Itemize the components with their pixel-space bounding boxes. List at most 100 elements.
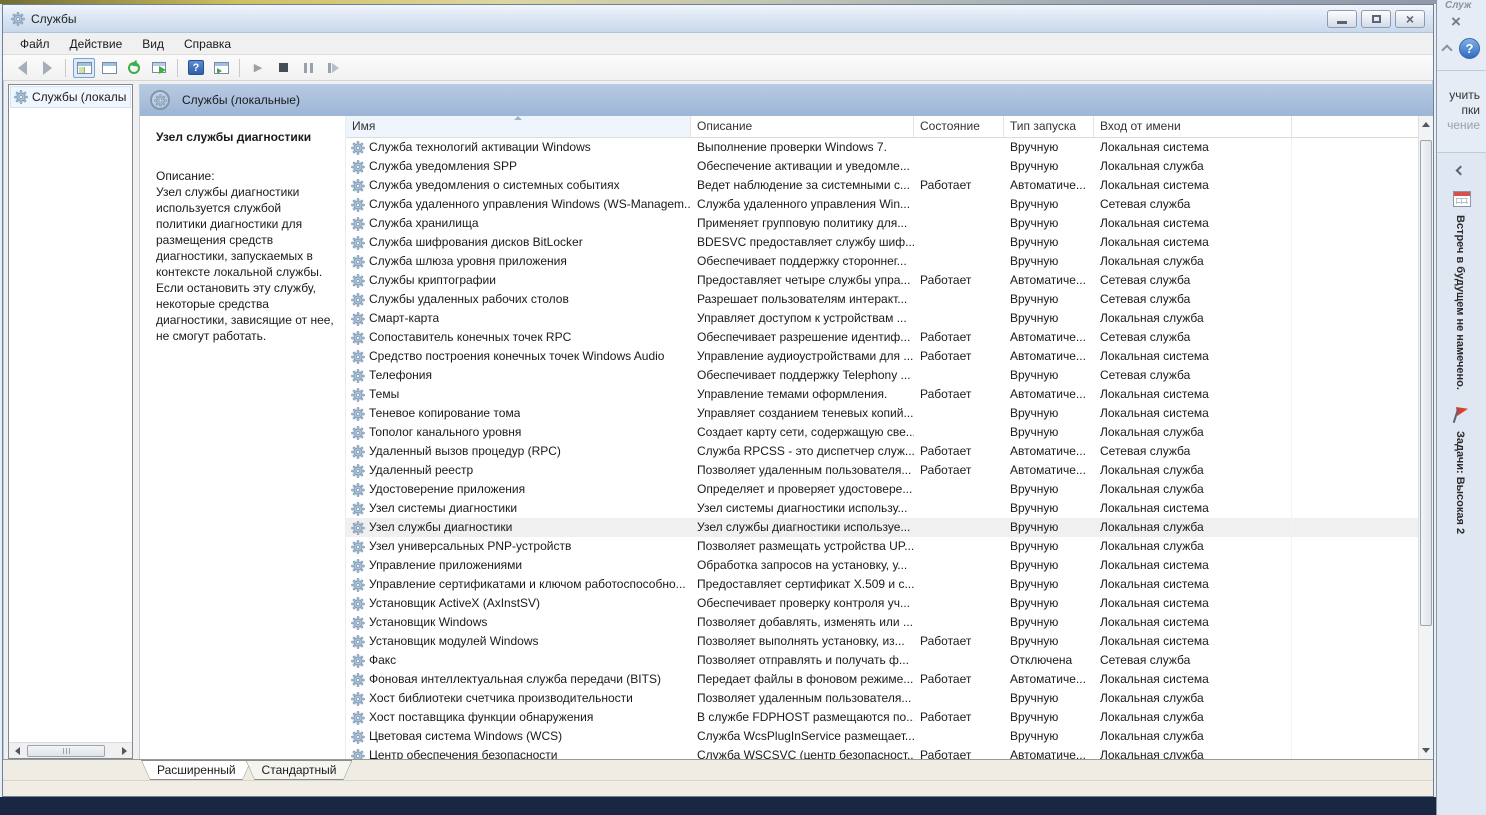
- column-header-startup-type[interactable]: Тип запуска: [1004, 116, 1094, 137]
- back-button[interactable]: [11, 58, 33, 78]
- properties-button[interactable]: [98, 58, 120, 78]
- toolbar-separator: [239, 59, 240, 77]
- column-header-log-on-as[interactable]: Вход от имени: [1094, 116, 1292, 137]
- expand-chevron-icon[interactable]: [1456, 166, 1466, 176]
- service-row[interactable]: Факс Позволяет отправлять и получать ф..…: [346, 651, 1418, 670]
- toolbar: ? ▶: [3, 55, 1433, 81]
- export-list-button[interactable]: [148, 58, 170, 78]
- service-row[interactable]: Удаленный вызов процедур (RPC) Служба RP…: [346, 442, 1418, 461]
- service-row[interactable]: Хост поставщика функции обнаружения В сл…: [346, 708, 1418, 727]
- collapse-chevron-icon[interactable]: [1441, 44, 1452, 55]
- minimize-button[interactable]: [1327, 10, 1357, 28]
- service-row[interactable]: Управление сертификатами и ключом работо…: [346, 575, 1418, 594]
- service-name: Темы: [369, 385, 399, 404]
- view-tab[interactable]: Расширенный: [141, 760, 252, 780]
- service-name: Служба шлюза уровня приложения: [369, 252, 567, 271]
- service-row[interactable]: Узел универсальных PNP-устройств Позволя…: [346, 537, 1418, 556]
- service-row[interactable]: Сопоставитель конечных точек RPC Обеспеч…: [346, 328, 1418, 347]
- show-extended-view-button[interactable]: [210, 58, 232, 78]
- service-row[interactable]: Установщик модулей Windows Позволяет вып…: [346, 632, 1418, 651]
- service-gear-icon: [351, 274, 365, 288]
- maximize-button[interactable]: [1361, 10, 1391, 28]
- service-log-on-as: Сетевая служба: [1094, 195, 1292, 214]
- service-startup-type: Вручную: [1004, 233, 1094, 252]
- service-row[interactable]: Узел службы диагностики Узел службы диаг…: [346, 518, 1418, 537]
- scroll-right-button[interactable]: [116, 743, 132, 759]
- service-gear-icon: [351, 293, 365, 307]
- background-help-button[interactable]: ?: [1459, 38, 1480, 59]
- service-row[interactable]: Служба хранилища Применяет групповую пол…: [346, 214, 1418, 233]
- service-log-on-as: Локальная система: [1094, 347, 1292, 366]
- service-row[interactable]: Служба уведомления SPP Обеспечение актив…: [346, 157, 1418, 176]
- service-row[interactable]: Службы криптографии Предоставляет четыре…: [346, 271, 1418, 290]
- description-pane: Узел службы диагностики Описание: Узел с…: [140, 116, 345, 759]
- service-description: Служба RPCSS - это диспетчер служ...: [691, 442, 914, 461]
- service-row[interactable]: Удостоверение приложения Определяет и пр…: [346, 480, 1418, 499]
- description-text: Узел службы диагностики используется слу…: [156, 185, 334, 343]
- column-header-description[interactable]: Описание: [691, 116, 914, 137]
- scroll-left-button[interactable]: [9, 743, 25, 759]
- titlebar[interactable]: Службы ×: [3, 5, 1433, 33]
- forward-button[interactable]: [36, 58, 58, 78]
- help-button[interactable]: ?: [185, 58, 207, 78]
- stop-service-button[interactable]: [272, 58, 294, 78]
- service-name: Служба уведомления SPP: [369, 157, 517, 176]
- service-row[interactable]: Служба технологий активации Windows Выпо…: [346, 138, 1418, 157]
- show-console-tree-button[interactable]: [73, 58, 95, 78]
- service-status: Работает: [914, 746, 1004, 759]
- service-status: [914, 366, 1004, 385]
- service-startup-type: Вручную: [1004, 214, 1094, 233]
- service-row[interactable]: Смарт-карта Управляет доступом к устройс…: [346, 309, 1418, 328]
- list-vertical-scrollbar[interactable]: [1418, 116, 1433, 759]
- service-row[interactable]: Узел системы диагностики Узел системы ди…: [346, 499, 1418, 518]
- column-header-filler: [1292, 116, 1418, 137]
- menu-item[interactable]: Справка: [175, 35, 240, 53]
- services-list: Имя Описание Состояние Тип запуска Вход …: [345, 116, 1418, 759]
- service-log-on-as: Сетевая служба: [1094, 366, 1292, 385]
- service-row[interactable]: Службы удаленных рабочих столов Разрешае…: [346, 290, 1418, 309]
- menu-item[interactable]: Действие: [61, 35, 132, 53]
- scrollbar-thumb[interactable]: [27, 745, 105, 757]
- refresh-button[interactable]: [123, 58, 145, 78]
- service-row[interactable]: Служба шлюза уровня приложения Обеспечив…: [346, 252, 1418, 271]
- service-row[interactable]: Центр обеспечения безопасности Служба WS…: [346, 746, 1418, 759]
- service-row[interactable]: Управление приложениями Обработка запрос…: [346, 556, 1418, 575]
- background-close-icon[interactable]: ×: [1451, 12, 1461, 32]
- service-row[interactable]: Служба шифрования дисков BitLocker BDESV…: [346, 233, 1418, 252]
- restart-service-button[interactable]: [322, 58, 344, 78]
- menu-item[interactable]: Вид: [133, 35, 173, 53]
- service-log-on-as: Локальная служба: [1094, 518, 1292, 537]
- service-status: [914, 404, 1004, 423]
- service-row[interactable]: Хост библиотеки счетчика производительно…: [346, 689, 1418, 708]
- service-row[interactable]: Теневое копирование тома Управляет созда…: [346, 404, 1418, 423]
- view-tab[interactable]: Стандартный: [246, 760, 353, 780]
- menu-item[interactable]: Файл: [11, 35, 59, 53]
- service-description: Позволяет размещать устройства UP...: [691, 537, 914, 556]
- service-row[interactable]: Цветовая система Windows (WCS) Служба Wc…: [346, 727, 1418, 746]
- scroll-down-button[interactable]: [1420, 743, 1432, 758]
- column-header-status[interactable]: Состояние: [914, 116, 1004, 137]
- service-row[interactable]: Установщик Windows Позволяет добавлять, …: [346, 613, 1418, 632]
- service-row[interactable]: Удаленный реестр Позволяет удаленным пол…: [346, 461, 1418, 480]
- divider: [1437, 70, 1486, 71]
- service-row[interactable]: Телефония Обеспечивает поддержку Telepho…: [346, 366, 1418, 385]
- scroll-up-button[interactable]: [1420, 117, 1432, 132]
- service-row[interactable]: Служба удаленного управления Windows (WS…: [346, 195, 1418, 214]
- service-row[interactable]: Тополог канального уровня Создает карту …: [346, 423, 1418, 442]
- service-log-on-as: Сетевая служба: [1094, 442, 1292, 461]
- service-gear-icon: [351, 521, 365, 535]
- service-gear-icon: [351, 426, 365, 440]
- start-service-button[interactable]: ▶: [247, 58, 269, 78]
- service-row[interactable]: Служба уведомления о системных событиях …: [346, 176, 1418, 195]
- tree-item-services-local[interactable]: Службы (локалы: [10, 86, 131, 108]
- scrollbar-thumb[interactable]: [1420, 140, 1432, 626]
- service-row[interactable]: Фоновая интеллектуальная служба передачи…: [346, 670, 1418, 689]
- pause-service-button[interactable]: [297, 58, 319, 78]
- service-log-on-as: Сетевая служба: [1094, 290, 1292, 309]
- close-button[interactable]: ×: [1395, 10, 1425, 28]
- service-row[interactable]: Средство построения конечных точек Windo…: [346, 347, 1418, 366]
- service-row[interactable]: Установщик ActiveX (AxInstSV) Обеспечива…: [346, 594, 1418, 613]
- column-header-name[interactable]: Имя: [346, 116, 691, 137]
- tree-horizontal-scrollbar[interactable]: [9, 742, 132, 758]
- service-row[interactable]: Темы Управление темами оформления. Работ…: [346, 385, 1418, 404]
